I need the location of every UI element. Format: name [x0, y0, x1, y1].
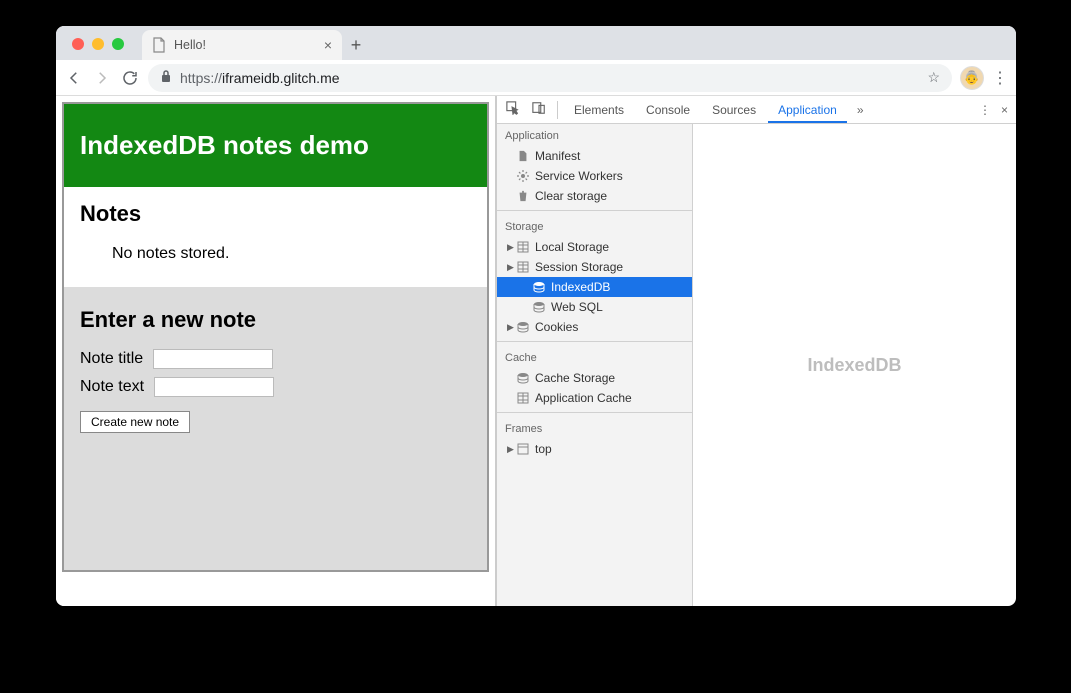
- forward-button[interactable]: [92, 68, 112, 88]
- expand-icon[interactable]: ▶: [507, 322, 514, 333]
- frame-icon: [517, 443, 529, 455]
- close-tab-icon[interactable]: ×: [324, 37, 332, 53]
- group-application: Application: [497, 124, 692, 146]
- reload-button[interactable]: [120, 68, 140, 88]
- tab-console[interactable]: Console: [636, 97, 700, 123]
- sidebar-item-frame-top[interactable]: ▶ top: [497, 439, 692, 459]
- sidebar-item-application-cache[interactable]: Application Cache: [497, 388, 692, 408]
- table-icon: [517, 392, 529, 404]
- browser-toolbar: https://iframeidb.glitch.me ☆ 👵 ⋮: [56, 60, 1016, 96]
- sidebar-item-manifest[interactable]: Manifest: [497, 146, 692, 166]
- tab-title: Hello!: [174, 38, 316, 52]
- tab-strip: Hello! × +: [56, 26, 1016, 60]
- group-storage: Storage: [497, 215, 692, 237]
- bookmark-icon[interactable]: ☆: [927, 69, 940, 86]
- page-icon: [152, 37, 166, 53]
- window-controls: [66, 38, 132, 60]
- new-tab-button[interactable]: +: [342, 35, 370, 60]
- note-text-input[interactable]: [154, 377, 274, 397]
- devtools-main-placeholder: IndexedDB: [693, 124, 1016, 606]
- expand-icon[interactable]: ▶: [507, 444, 514, 455]
- devtools-panel: Elements Console Sources Application » ⋮…: [496, 96, 1016, 606]
- url-text: https://iframeidb.glitch.me: [180, 70, 340, 86]
- group-cache: Cache: [497, 346, 692, 368]
- note-title-label: Note title: [80, 350, 143, 368]
- tab-application[interactable]: Application: [768, 97, 847, 123]
- notes-empty-message: No notes stored.: [80, 241, 471, 273]
- sidebar-item-session-storage[interactable]: ▶ Session Storage: [497, 257, 692, 277]
- devtools-body: Application Manifest Service Workers Cle…: [497, 124, 1016, 606]
- content-area: IndexedDB notes demo Notes No notes stor…: [56, 96, 1016, 606]
- maximize-window-button[interactable]: [112, 38, 124, 50]
- trash-icon: [517, 190, 529, 202]
- database-icon: [517, 321, 529, 333]
- group-frames: Frames: [497, 417, 692, 439]
- sidebar-item-clear-storage[interactable]: Clear storage: [497, 186, 692, 206]
- database-icon: [517, 372, 529, 384]
- new-note-form: Enter a new note Note title Note text Cr…: [64, 287, 487, 570]
- expand-icon[interactable]: ▶: [507, 242, 514, 253]
- sidebar-item-service-workers[interactable]: Service Workers: [497, 166, 692, 186]
- lock-icon: [160, 69, 172, 86]
- database-icon: [533, 281, 545, 293]
- devtools-tabbar: Elements Console Sources Application » ⋮…: [497, 96, 1016, 124]
- app-title: IndexedDB notes demo: [64, 104, 487, 187]
- browser-tab[interactable]: Hello! ×: [142, 30, 342, 60]
- page-viewport: IndexedDB notes demo Notes No notes stor…: [56, 96, 496, 606]
- gear-icon: [517, 170, 529, 182]
- devtools-menu-icon[interactable]: ⋮: [979, 103, 991, 117]
- devtools-close-icon[interactable]: ×: [1001, 103, 1008, 117]
- expand-icon[interactable]: ▶: [507, 262, 514, 273]
- notes-heading: Notes: [80, 201, 471, 227]
- notes-app: IndexedDB notes demo Notes No notes stor…: [62, 102, 489, 572]
- note-text-label: Note text: [80, 378, 144, 396]
- minimize-window-button[interactable]: [92, 38, 104, 50]
- application-sidebar: Application Manifest Service Workers Cle…: [497, 124, 693, 606]
- table-icon: [517, 241, 529, 253]
- form-heading: Enter a new note: [80, 307, 471, 333]
- sidebar-item-web-sql[interactable]: Web SQL: [497, 297, 692, 317]
- sidebar-item-indexeddb[interactable]: IndexedDB: [497, 277, 692, 297]
- note-title-input[interactable]: [153, 349, 273, 369]
- tab-elements[interactable]: Elements: [564, 97, 634, 123]
- notes-list-section: Notes No notes stored.: [64, 187, 487, 287]
- inspect-icon[interactable]: [501, 101, 525, 118]
- kebab-menu-icon[interactable]: ⋮: [992, 68, 1008, 88]
- create-note-button[interactable]: Create new note: [80, 411, 190, 433]
- sidebar-item-local-storage[interactable]: ▶ Local Storage: [497, 237, 692, 257]
- database-icon: [533, 301, 545, 313]
- profile-avatar[interactable]: 👵: [960, 66, 984, 90]
- address-bar[interactable]: https://iframeidb.glitch.me ☆: [148, 64, 952, 92]
- sidebar-item-cache-storage[interactable]: Cache Storage: [497, 368, 692, 388]
- browser-window: Hello! × + https://iframeidb.glitch.me ☆…: [56, 26, 1016, 606]
- back-button[interactable]: [64, 68, 84, 88]
- file-icon: [517, 150, 529, 162]
- device-toggle-icon[interactable]: [527, 101, 551, 118]
- close-window-button[interactable]: [72, 38, 84, 50]
- sidebar-item-cookies[interactable]: ▶ Cookies: [497, 317, 692, 337]
- table-icon: [517, 261, 529, 273]
- tab-sources[interactable]: Sources: [702, 97, 766, 123]
- more-tabs-icon[interactable]: »: [849, 103, 872, 117]
